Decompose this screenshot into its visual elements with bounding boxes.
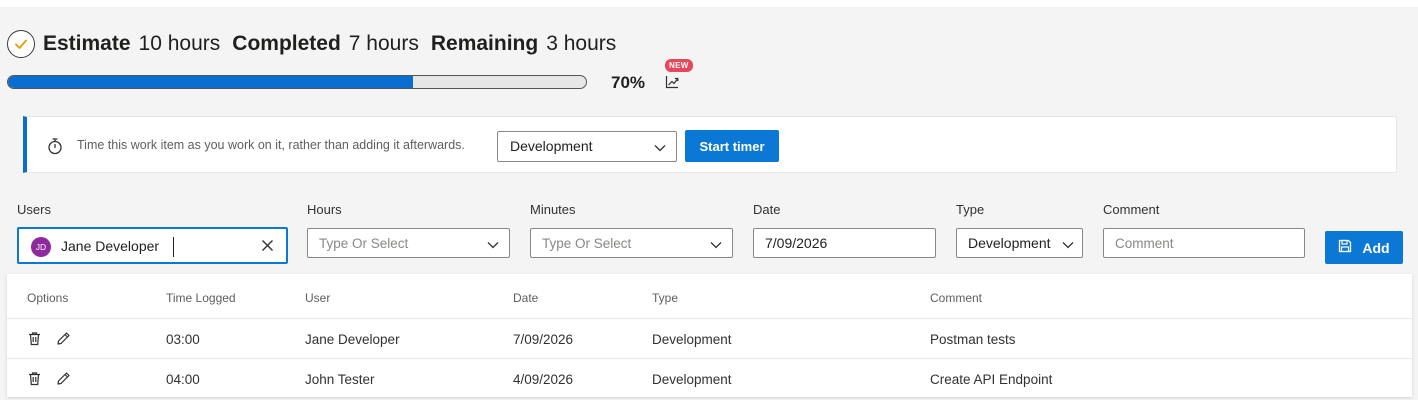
row-type: Development: [652, 372, 732, 387]
remaining-label: Remaining: [430, 32, 539, 55]
trash-icon[interactable]: [27, 331, 42, 346]
trash-icon[interactable]: [27, 371, 42, 386]
comment-field[interactable]: Comment: [1103, 228, 1305, 258]
header-comment: Comment: [930, 291, 983, 305]
add-label: Add: [1362, 239, 1390, 256]
hours-combobox[interactable]: Type Or Select: [307, 228, 510, 258]
estimate-label: Estimate: [43, 32, 131, 55]
header-options: Options: [27, 291, 69, 305]
add-button[interactable]: Add: [1325, 231, 1403, 264]
header-date: Date: [513, 291, 539, 305]
avatar: JD: [31, 237, 51, 257]
table-row: 04:00 John Tester 4/09/2026 Development …: [7, 358, 1412, 397]
row-user: Jane Developer: [305, 332, 400, 347]
timer-type-select[interactable]: Development: [497, 131, 677, 162]
pencil-icon[interactable]: [56, 371, 71, 386]
progress-percent: 70%: [611, 73, 646, 92]
timer-type-value: Development: [510, 138, 593, 154]
start-timer-button[interactable]: Start timer: [685, 130, 779, 162]
time-tracking-panel: Estimate 10 hours Completed 7 hours Rema…: [0, 7, 1418, 400]
type-select[interactable]: Development: [956, 228, 1083, 258]
check-circle-icon: [7, 30, 35, 58]
selected-user: Jane Developer: [61, 238, 160, 254]
time-log-table: Options Time Logged User Date Type Comme…: [7, 274, 1412, 397]
table-row: 03:00 Jane Developer 7/09/2026 Developme…: [7, 318, 1412, 357]
pencil-icon[interactable]: [56, 331, 71, 346]
chevron-down-icon: [487, 238, 499, 250]
chevron-down-icon: [654, 141, 666, 153]
row-time-logged: 04:00: [166, 372, 200, 387]
header-user: User: [305, 291, 331, 305]
minutes-combobox[interactable]: Type Or Select: [530, 228, 733, 258]
remaining-value: 3 hours: [546, 32, 617, 55]
chevron-down-icon: [710, 238, 722, 250]
row-user: John Tester: [305, 372, 375, 387]
users-picker[interactable]: JD Jane Developer: [17, 227, 288, 264]
date-field[interactable]: 7/09/2026: [753, 228, 936, 258]
row-date: 7/09/2026: [513, 332, 574, 347]
chevron-down-icon: [1062, 238, 1074, 250]
progress-bar: [7, 75, 587, 89]
estimate-value: 10 hours: [138, 32, 221, 55]
minutes-label: Minutes: [530, 202, 576, 217]
date-label: Date: [753, 202, 781, 217]
row-date: 4/09/2026: [513, 372, 574, 387]
minutes-placeholder: Type Or Select: [542, 236, 632, 251]
comment-placeholder: Comment: [1115, 236, 1174, 251]
header-type: Type: [652, 291, 679, 305]
close-icon[interactable]: [261, 239, 274, 252]
text-caret: [173, 237, 174, 257]
trend-chart-icon[interactable]: [665, 75, 679, 89]
date-value: 7/09/2026: [765, 235, 828, 251]
completed-value: 7 hours: [348, 32, 419, 55]
new-badge: NEW: [665, 59, 693, 72]
row-comment: Postman tests: [930, 332, 1016, 347]
users-label: Users: [17, 202, 51, 217]
save-icon: [1338, 239, 1352, 256]
completed-label: Completed: [232, 32, 341, 55]
hours-label: Hours: [307, 202, 342, 217]
comment-label: Comment: [1103, 202, 1160, 217]
type-value: Development: [968, 235, 1051, 251]
type-label: Type: [956, 202, 985, 217]
time-summary: Estimate 10 hours Completed 7 hours Rema…: [7, 29, 620, 59]
hours-placeholder: Type Or Select: [319, 236, 409, 251]
row-type: Development: [652, 332, 732, 347]
progress-fill: [8, 76, 413, 88]
timer-bar: Time this work item as you work on it, r…: [23, 116, 1397, 173]
header-time-logged: Time Logged: [166, 291, 236, 305]
stopwatch-icon: [47, 137, 63, 155]
timer-description: Time this work item as you work on it, r…: [77, 138, 465, 152]
row-time-logged: 03:00: [166, 332, 200, 347]
row-comment: Create API Endpoint: [930, 372, 1053, 387]
